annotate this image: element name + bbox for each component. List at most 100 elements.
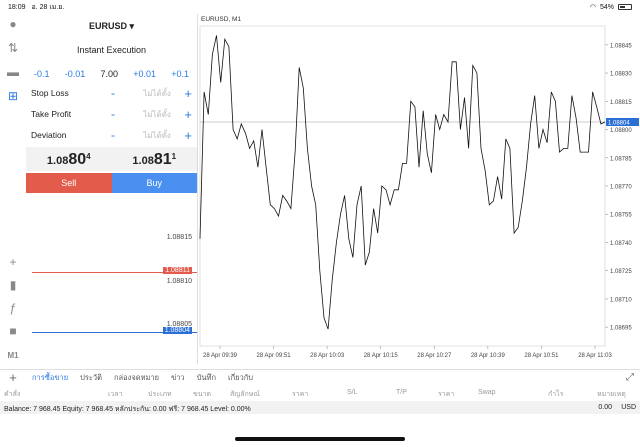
col-swap[interactable]: Swap	[478, 389, 496, 396]
balance-currency: USD	[621, 404, 636, 411]
status-bar: 18:09 อ. 28 เม.ย. ◠ 54%	[0, 0, 640, 14]
chart-canvas[interactable]: 1.08845 1.08830 1.08815 1.08800 1.08785 1.087…	[198, 14, 640, 364]
battery-icon	[618, 4, 632, 10]
balance-text: Balance: 7 968.45 Equity: 7 968.45 หลักป…	[4, 406, 251, 413]
col-type[interactable]: ประเภท	[148, 389, 172, 400]
price-chart[interactable]: EURUSD, M1 1.08845 1.08830 1.08815 1.08800 1…	[197, 14, 640, 364]
x-tick-label: 28 Apr 10:39	[471, 353, 506, 359]
col-time[interactable]: เวลา	[108, 389, 123, 400]
expand-icon[interactable]: ⤢	[620, 372, 640, 383]
tab-mailbox[interactable]: กล่องจดหมาย	[108, 372, 165, 384]
buy-button[interactable]: Buy	[111, 173, 197, 193]
symbol-label: EURUSD	[88, 21, 127, 31]
price-line-series	[199, 35, 606, 330]
col-profit[interactable]: กำไร	[548, 389, 563, 400]
sell-button[interactable]: Sell	[26, 173, 112, 193]
y-tick-label: 1.08740	[610, 241, 632, 247]
deviation-minus-button[interactable]: -	[111, 128, 131, 142]
y-tick-label: 1.08695	[610, 326, 632, 332]
x-tick-label: 28 Apr 11:03	[578, 353, 612, 359]
col-order[interactable]: คำสั่ง	[4, 389, 20, 400]
candles-icon[interactable]: ▮	[5, 277, 21, 293]
chat-icon[interactable]: ▬	[5, 64, 21, 80]
stop-loss-plus-button[interactable]: +	[184, 86, 192, 101]
tab-history[interactable]: ประวัติ	[74, 372, 108, 384]
take-profit-input[interactable]: ไม่ได้ตั้ง	[131, 108, 183, 121]
col-sl[interactable]: S/L	[347, 389, 358, 396]
sell-line-label: 1.08811	[163, 267, 192, 274]
x-tick-label: 28 Apr 10:27	[417, 353, 452, 359]
level-label: 1.08815	[166, 234, 192, 241]
bid-price-big: 80	[68, 151, 87, 168]
x-tick-label: 28 Apr 10:51	[524, 353, 559, 359]
tab-news[interactable]: ข่าว	[165, 372, 191, 384]
objects-icon[interactable]: ■	[5, 323, 21, 339]
bid-price-pip: 4	[86, 152, 91, 161]
account-icon[interactable]: ●	[5, 16, 21, 32]
timeframe-button[interactable]: M1	[5, 348, 21, 364]
y-tick-label: 1.08710	[610, 297, 632, 303]
level-label: 1.08810	[166, 278, 192, 285]
battery-percent: 54%	[599, 3, 614, 11]
take-profit-row: Take Profit - ไม่ได้ตั้ง +	[26, 104, 197, 124]
add-icon[interactable]: +	[0, 370, 26, 385]
y-tick-label: 1.08830	[610, 72, 632, 78]
tab-journal[interactable]: บันทึก	[191, 372, 222, 384]
volume-minus-big[interactable]: -0.1	[34, 69, 50, 79]
volume-plus-big[interactable]: +0.1	[171, 69, 189, 79]
stop-loss-row: Stop Loss - ไม่ได้ตั้ง +	[26, 83, 197, 103]
stop-loss-minus-button[interactable]: -	[111, 86, 131, 100]
x-tick-label: 28 Apr 09:39	[203, 353, 238, 359]
take-profit-minus-button[interactable]: -	[111, 107, 131, 121]
symbol-selector[interactable]: EURUSD ▾	[26, 21, 197, 32]
order-level-preview: 1.08815 1.08811 1.08810 1.08805 1.08804	[26, 194, 197, 364]
stop-loss-input[interactable]: ไม่ได้ตั้ง	[131, 87, 183, 100]
col-tp[interactable]: T/P	[396, 389, 407, 396]
col-price-current[interactable]: ราคา	[438, 389, 454, 400]
status-time: 18:09	[8, 3, 26, 11]
col-size[interactable]: ขนาด	[193, 389, 211, 400]
y-tick-label: 1.08800	[610, 128, 632, 134]
col-comment[interactable]: หมายเหตุ	[597, 389, 626, 400]
plot-frame	[199, 25, 606, 347]
tab-trade[interactable]: การซื้อขาย	[26, 372, 74, 384]
col-symbol[interactable]: สัญลักษณ์	[230, 389, 260, 400]
buy-line-label: 1.08804	[162, 327, 192, 334]
quotes-icon[interactable]: ⇅	[5, 40, 21, 56]
order-panel: EURUSD ▾ Instant Execution -0.1 -0.01 7.…	[26, 14, 197, 194]
volume-value[interactable]: 7.00	[100, 69, 118, 79]
take-profit-plus-button[interactable]: +	[184, 107, 192, 122]
x-tick-label: 28 Apr 10:03	[310, 353, 345, 359]
volume-minus-small[interactable]: -0.01	[65, 69, 86, 79]
x-tick-label: 28 Apr 09:51	[257, 353, 292, 359]
balance-row: Balance: 7 968.45 Equity: 7 968.45 หลักป…	[0, 401, 640, 414]
tab-about[interactable]: เกี่ยวกับ	[222, 372, 259, 384]
status-date: อ. 28 เม.ย.	[31, 3, 65, 11]
col-price[interactable]: ราคา	[292, 389, 308, 400]
bid-price-prefix: 1.08	[46, 155, 69, 167]
crosshair-icon[interactable]: +	[5, 254, 21, 270]
y-tick-label: 1.08785	[610, 156, 632, 162]
terminal-tabs: + การซื้อขาย ประวัติ กล่องจดหมาย ข่าว บั…	[0, 369, 640, 385]
function-icon[interactable]: ƒ	[5, 300, 21, 316]
price-display: 1.08 80 4 1.08 81 1	[26, 147, 197, 171]
left-toolbar: ● ⇅ ▬ ⊞ + ▮ ƒ ■ M1	[0, 14, 26, 364]
new-order-icon[interactable]: ⊞	[5, 88, 21, 104]
execution-mode[interactable]: Instant Execution	[26, 45, 197, 55]
chevron-down-icon: ▾	[129, 21, 135, 31]
y-tick-label: 1.08755	[610, 213, 632, 219]
bid-price: 1.08 80 4	[26, 147, 112, 171]
volume-stepper: -0.1 -0.01 7.00 +0.01 +0.1	[26, 67, 197, 81]
home-indicator[interactable]	[235, 437, 405, 441]
ask-price: 1.08 81 1	[112, 147, 198, 171]
deviation-input[interactable]: ไม่ได้ตั้ง	[131, 129, 183, 142]
deviation-plus-button[interactable]: +	[184, 128, 192, 143]
current-price-label: 1.08804	[608, 121, 630, 127]
ask-price-pip: 1	[171, 152, 177, 161]
y-tick-label: 1.08770	[610, 185, 632, 191]
y-tick-label: 1.08815	[610, 100, 632, 106]
volume-plus-small[interactable]: +0.01	[133, 69, 156, 79]
deviation-label: Deviation	[31, 130, 67, 140]
stop-loss-label: Stop Loss	[31, 88, 69, 98]
chart-title: EURUSD, M1	[201, 16, 242, 23]
